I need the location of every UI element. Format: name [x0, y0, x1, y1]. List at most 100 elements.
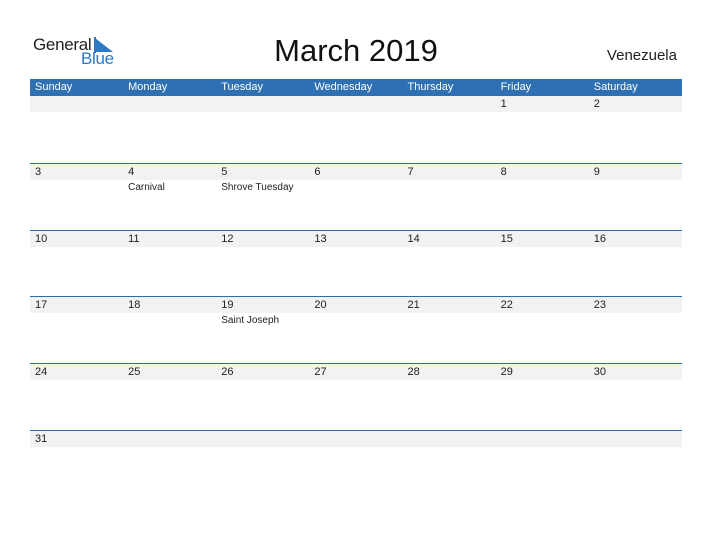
holiday-label — [309, 112, 402, 113]
day-number: 17 — [35, 299, 48, 312]
day-number-strip: 31 — [30, 430, 682, 447]
weekday-tuesday: Tuesday — [221, 81, 264, 93]
day-number: 13 — [314, 232, 327, 245]
day-number — [216, 431, 309, 447]
week-row: 12 — [30, 96, 682, 163]
holiday-label — [496, 313, 589, 327]
day-number: 16 — [593, 232, 606, 245]
holiday-label — [496, 380, 589, 381]
holiday-label — [496, 447, 589, 448]
holiday-label — [403, 447, 496, 448]
day-number — [123, 431, 216, 447]
holiday-label — [403, 180, 496, 194]
holiday-label — [589, 247, 682, 248]
event-row: Saint Joseph — [30, 313, 682, 327]
day-number — [403, 431, 496, 447]
holiday-label — [30, 247, 123, 248]
day-number: 6 — [314, 165, 321, 178]
day-number: 4 — [128, 165, 135, 178]
week-row: 17 18 19 20 21 22 23 Saint Joseph — [30, 296, 682, 363]
day-number — [309, 96, 402, 112]
day-number: 12 — [221, 232, 234, 245]
holiday-label — [309, 447, 402, 448]
day-number: 10 — [35, 232, 48, 245]
day-number: 9 — [593, 165, 600, 178]
holiday-label — [309, 247, 402, 248]
holiday-label — [403, 112, 496, 113]
day-number: 11 — [128, 232, 140, 245]
holiday-label — [123, 380, 216, 381]
day-number: 7 — [407, 165, 414, 178]
day-number: 23 — [593, 299, 606, 312]
weekday-thursday: Thursday — [407, 81, 454, 93]
holiday-label — [589, 313, 682, 327]
holiday-label — [216, 112, 309, 113]
holiday-label: Carnival — [128, 181, 165, 193]
day-number-strip: 24 25 26 27 28 29 30 — [30, 364, 682, 381]
holiday-label — [30, 180, 123, 194]
holiday-label — [216, 247, 309, 248]
day-number — [403, 96, 496, 112]
holiday-label — [589, 180, 682, 194]
day-number: 22 — [500, 299, 513, 312]
weekday-sunday: Sunday — [35, 81, 73, 93]
holiday-label — [309, 380, 402, 381]
holiday-label — [216, 380, 309, 381]
day-number: 24 — [35, 366, 48, 379]
holiday-label — [123, 247, 216, 248]
day-number — [496, 431, 589, 447]
day-number: 1 — [500, 98, 507, 110]
day-number: 21 — [407, 299, 420, 312]
weekday-saturday: Saturday — [593, 81, 638, 93]
calendar-grid: Sunday Monday Tuesday Wednesday Thursday Frid… — [30, 79, 682, 497]
day-number: 30 — [593, 366, 606, 379]
day-number: 26 — [221, 366, 234, 379]
holiday-label — [309, 313, 402, 327]
holiday-label — [496, 247, 589, 248]
day-number-strip: 17 18 19 20 21 22 23 — [30, 297, 682, 314]
day-number: 8 — [500, 165, 507, 178]
holiday-label — [123, 112, 216, 113]
event-row — [30, 380, 682, 381]
week-row: 10 11 12 13 14 15 16 — [30, 229, 682, 297]
day-number: 31 — [35, 432, 48, 445]
day-number-strip: 10 11 12 13 14 15 16 — [30, 230, 682, 247]
day-number: 2 — [593, 98, 600, 110]
day-number — [309, 431, 402, 447]
event-row — [30, 447, 682, 448]
holiday-label — [403, 380, 496, 381]
holiday-label — [30, 112, 123, 113]
day-number — [123, 96, 216, 112]
holiday-label — [496, 180, 589, 194]
day-number-strip: 12 — [30, 96, 682, 112]
day-number: 20 — [314, 299, 327, 312]
day-number: 19 — [221, 299, 234, 312]
holiday-label — [309, 180, 402, 194]
day-number — [216, 96, 309, 112]
holiday-label — [216, 447, 309, 448]
day-number: 5 — [221, 165, 228, 178]
day-number: 28 — [407, 366, 420, 379]
weekday-wednesday: Wednesday — [314, 81, 373, 93]
day-number — [589, 431, 682, 447]
holiday-label — [123, 447, 216, 448]
holiday-label: Saint Joseph — [221, 315, 280, 327]
weekday-friday: Friday — [500, 81, 532, 93]
holiday-label: Shrove Tuesday — [221, 181, 294, 193]
day-number: 15 — [500, 232, 513, 245]
holiday-label — [589, 380, 682, 381]
holiday-label — [30, 313, 123, 327]
week-row: 3 4 5 6 7 8 9 Carnival Shrove Tuesday — [30, 162, 682, 230]
week-row: 31 — [30, 429, 682, 497]
holiday-label — [30, 380, 123, 381]
day-number: 14 — [407, 232, 420, 245]
event-row: Carnival Shrove Tuesday — [30, 180, 682, 194]
event-row — [30, 112, 682, 113]
day-number-strip: 3 4 5 6 7 8 9 — [30, 163, 682, 180]
holiday-label — [403, 313, 496, 327]
holiday-label — [589, 447, 682, 448]
holiday-label — [403, 247, 496, 248]
holiday-label — [30, 447, 123, 448]
country-label: Venezuela — [606, 47, 677, 64]
weekday-monday: Monday — [128, 81, 168, 93]
